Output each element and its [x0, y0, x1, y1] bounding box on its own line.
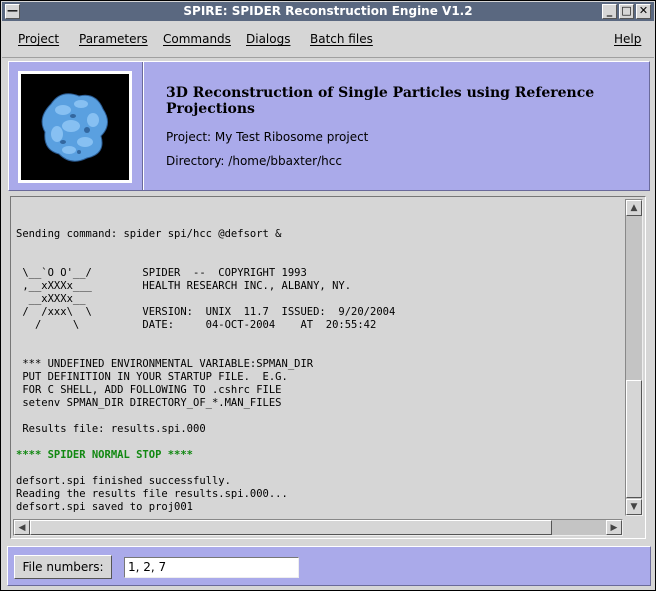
menu-batch-files[interactable]: Batch files: [310, 32, 373, 46]
menu-help[interactable]: Help: [614, 32, 641, 46]
ribosome-logo-icon: [21, 74, 129, 180]
menu-parameters[interactable]: Parameters: [79, 32, 148, 46]
console-line: ,__xXXXx___ HEALTH RESEARCH INC., ALBANY…: [16, 280, 352, 292]
title-bar[interactable]: — SPIRE: SPIDER Reconstruction Engine V1…: [2, 2, 654, 21]
header-panel: 3D Reconstruction of Single Particles us…: [8, 61, 650, 191]
vertical-scroll-thumb[interactable]: [626, 380, 642, 498]
console-line: setenv SPMAN_DIR DIRECTORY_OF_*.MAN_FILE…: [16, 397, 282, 409]
console-line: / /xxx\ \ VERSION: UNIX 11.7 ISSUED: 9/2…: [16, 306, 396, 318]
console-line: \__`O O'__/ SPIDER -- COPYRIGHT 1993: [16, 267, 307, 279]
directory-label: Directory: /home/bbaxter/hcc: [166, 154, 342, 168]
console-line: Reading the results file results.spi.000…: [16, 488, 288, 500]
console-line: *** UNDEFINED ENVIRONMENTAL VARIABLE:SPM…: [16, 358, 314, 370]
menu-dialogs[interactable]: Dialogs: [246, 32, 290, 46]
vertical-scrollbar[interactable]: ▲ ▼: [625, 199, 643, 516]
horizontal-scroll-thumb[interactable]: [30, 520, 552, 535]
console-line: __xXXXx__: [16, 293, 86, 305]
project-label: Project: My Test Ribosome project: [166, 130, 369, 144]
scroll-up-icon[interactable]: ▲: [626, 200, 642, 216]
menu-bar: Project Parameters Commands Dialogs Batc…: [2, 22, 654, 58]
console-line-stop: **** SPIDER NORMAL STOP ****: [16, 449, 194, 461]
scroll-right-icon[interactable]: ▶: [606, 520, 622, 535]
console-line: / \ DATE: 04-OCT-2004 AT 20:55:42: [16, 319, 377, 331]
window-title: SPIRE: SPIDER Reconstruction Engine V1.2: [183, 4, 473, 18]
close-icon[interactable]: ✕: [636, 4, 651, 19]
console-line: defsort.spi saved to proj001: [16, 501, 194, 513]
file-numbers-button[interactable]: File numbers:: [14, 555, 112, 579]
logo-frame: [18, 71, 132, 183]
minimize-icon[interactable]: _: [602, 4, 617, 19]
menu-project[interactable]: Project: [18, 32, 59, 46]
maximize-icon[interactable]: □: [619, 4, 634, 19]
scroll-down-icon[interactable]: ▼: [626, 499, 642, 515]
scroll-left-icon[interactable]: ◀: [14, 520, 30, 535]
console-line: defsort.spi finished successfully.: [16, 475, 231, 487]
horizontal-scrollbar[interactable]: ◀ ▶: [13, 519, 623, 536]
console-line: Results file: results.spi.000: [16, 423, 206, 435]
bottom-bar: File numbers: 1, 2, 7: [7, 546, 651, 586]
menu-commands[interactable]: Commands: [163, 32, 231, 46]
file-numbers-input[interactable]: 1, 2, 7: [124, 557, 299, 578]
page-title: 3D Reconstruction of Single Particles us…: [166, 85, 595, 117]
header-divider: [142, 62, 144, 190]
console-line: PUT DEFINITION IN YOUR STARTUP FILE. E.G…: [16, 371, 288, 383]
console-line: Sending command: spider spi/hcc @defsort…: [16, 228, 282, 240]
console-output[interactable]: Sending command: spider spi/hcc @defsort…: [13, 199, 623, 519]
console-line: FOR C SHELL, ADD FOLLOWING TO .cshrc FIL…: [16, 384, 282, 396]
console-panel: Sending command: spider spi/hcc @defsort…: [10, 196, 646, 539]
app-window: — SPIRE: SPIDER Reconstruction Engine V1…: [0, 0, 656, 591]
